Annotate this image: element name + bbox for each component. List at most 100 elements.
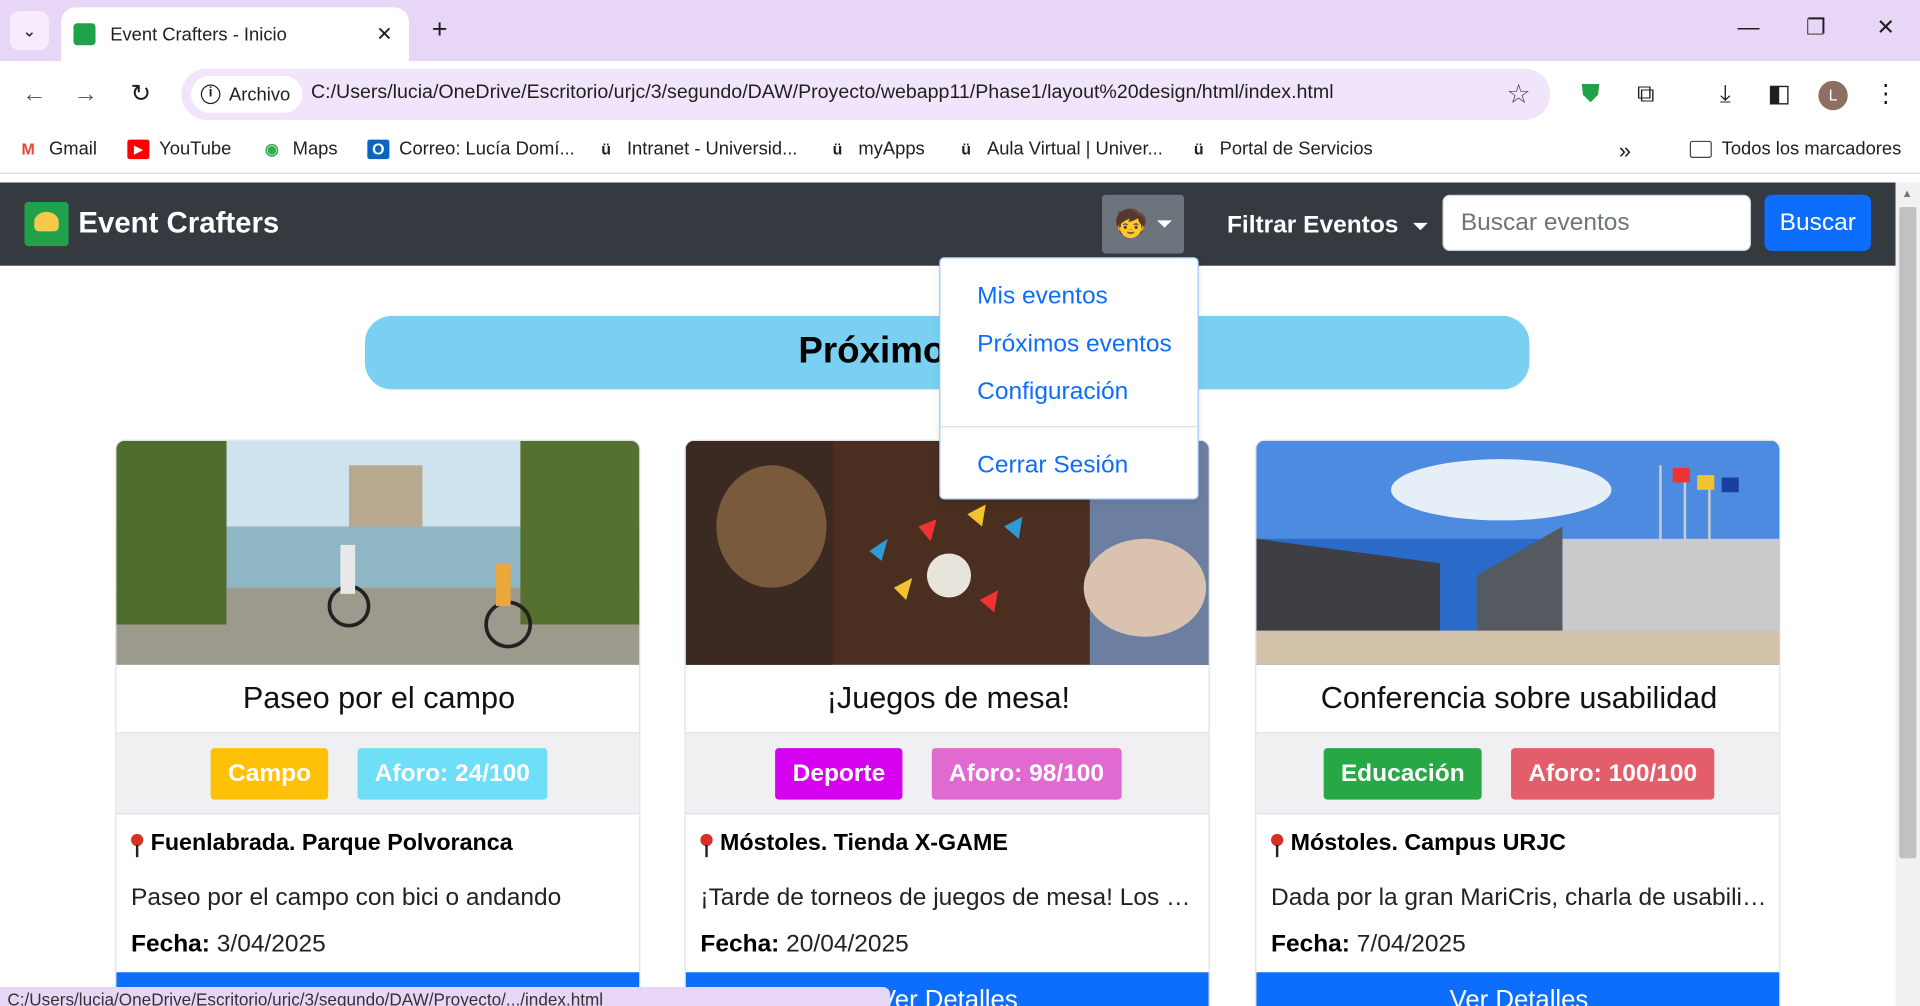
site-favicon-icon bbox=[73, 23, 96, 46]
brand-link[interactable]: Event Crafters bbox=[24, 202, 279, 247]
scrollbar-thumb[interactable] bbox=[1899, 206, 1917, 859]
event-card: Conferencia sobre usabilidad Educación A… bbox=[1255, 439, 1781, 1006]
pushpin-icon bbox=[700, 833, 713, 858]
menu-item-configuracion[interactable]: Configuración bbox=[977, 378, 1128, 406]
capacity-badge: Aforo: 100/100 bbox=[1511, 747, 1715, 799]
date-value: 3/04/2025 bbox=[216, 930, 326, 958]
page-scrollbar[interactable]: ▲ bbox=[1895, 182, 1920, 1006]
date-label: Fecha: bbox=[131, 930, 210, 958]
filter-label: Filtrar Eventos bbox=[1226, 211, 1399, 239]
bookmark-star-icon[interactable]: ☆ bbox=[1506, 78, 1530, 110]
event-description: Paseo por el campo con bici o andando bbox=[131, 884, 562, 912]
date-label: Fecha: bbox=[1271, 930, 1350, 958]
maps-pin-icon: ◉ bbox=[264, 138, 279, 158]
bookmark-label: YouTube bbox=[159, 138, 232, 160]
pushpin-icon bbox=[1271, 833, 1284, 858]
forward-button[interactable]: → bbox=[69, 77, 103, 111]
date-value: 7/04/2025 bbox=[1356, 930, 1466, 958]
user-avatar-icon: 🧒 bbox=[1114, 208, 1148, 239]
page-viewport: Event Crafters 🧒 Filtrar Eventos Buscar … bbox=[0, 182, 1896, 1006]
event-card: ¡Juegos de mesa! Deporte Aforo: 98/100 M… bbox=[684, 439, 1210, 1006]
location-text: Móstoles. Campus URJC bbox=[1290, 830, 1566, 856]
tab-title: Event Crafters - Inicio bbox=[110, 23, 287, 45]
profile-avatar[interactable]: L bbox=[1818, 80, 1848, 111]
event-image-park bbox=[116, 440, 640, 665]
event-date: Fecha: 3/04/2025 bbox=[131, 931, 326, 959]
all-bookmarks-label: Todos los marcadores bbox=[1721, 138, 1902, 160]
category-badge: Educación bbox=[1323, 747, 1482, 799]
filter-events-dropdown[interactable]: Filtrar Eventos bbox=[1227, 212, 1428, 240]
address-bar[interactable]: i Archivo C:/Users/lucia/OneDrive/Escrit… bbox=[181, 68, 1551, 121]
all-bookmarks[interactable]: Todos los marcadores bbox=[1689, 138, 1902, 160]
view-details-button[interactable]: Ver Detalles bbox=[1256, 972, 1780, 1006]
capacity-badge: Aforo: 24/100 bbox=[357, 747, 548, 799]
bookmark-label: Intranet - Universid... bbox=[626, 138, 798, 160]
category-badge: Deporte bbox=[775, 747, 903, 799]
reload-button[interactable]: ↻ bbox=[124, 77, 158, 111]
event-tags: Deporte Aforo: 98/100 bbox=[685, 732, 1209, 815]
event-description: ¡Tarde de torneos de juegos de mesa! Los… bbox=[700, 884, 1196, 912]
location-text: Móstoles. Tienda X-GAME bbox=[720, 830, 1008, 856]
url-text[interactable]: C:/Users/lucia/OneDrive/Escritorio/urjc/… bbox=[311, 82, 1334, 104]
bookmark-label: Gmail bbox=[48, 138, 97, 160]
side-panel-icon[interactable]: ◧ bbox=[1763, 78, 1795, 110]
new-tab-button[interactable]: + bbox=[424, 13, 456, 45]
event-title: Conferencia sobre usabilidad bbox=[1320, 680, 1718, 716]
search-input[interactable]: Buscar eventos bbox=[1442, 194, 1752, 252]
outlook-icon: O bbox=[367, 138, 390, 159]
location-text: Fuenlabrada. Parque Polvoranca bbox=[150, 830, 513, 856]
close-window-button[interactable]: ✕ bbox=[1867, 15, 1904, 41]
extensions-icon[interactable]: ⧉ bbox=[1630, 78, 1662, 110]
site-info-chip[interactable]: i Archivo bbox=[191, 75, 303, 113]
menu-item-cerrar-sesion[interactable]: Cerrar Sesión bbox=[977, 452, 1128, 480]
folder-icon bbox=[1689, 140, 1712, 158]
bookmark-youtube[interactable]: ▶ YouTube bbox=[127, 138, 231, 159]
tab-search-button[interactable]: ⌄ bbox=[9, 11, 49, 51]
gmail-icon: M bbox=[21, 138, 35, 158]
restore-button[interactable]: ❐ bbox=[1798, 15, 1835, 41]
active-tab[interactable]: Event Crafters - Inicio ✕ bbox=[61, 7, 409, 62]
brand-logo-icon bbox=[24, 202, 69, 247]
scroll-up-icon[interactable]: ▲ bbox=[1902, 187, 1913, 199]
back-button[interactable]: ← bbox=[17, 77, 51, 111]
user-dropdown-menu: Mis eventos Próximos eventos Configuraci… bbox=[939, 257, 1199, 500]
more-bookmarks-icon[interactable]: » bbox=[1619, 138, 1631, 164]
bookmark-label: Portal de Servicios bbox=[1219, 138, 1373, 160]
user-menu-toggle[interactable]: 🧒 bbox=[1102, 194, 1185, 254]
bookmark-myapps[interactable]: ü myApps bbox=[827, 138, 925, 159]
menu-divider bbox=[940, 426, 1198, 428]
bookmark-label: Correo: Lucía Domí... bbox=[399, 138, 575, 160]
bookmark-outlook[interactable]: O Correo: Lucía Domí... bbox=[367, 138, 575, 160]
event-tags: Educación Aforo: 100/100 bbox=[1256, 732, 1780, 815]
bookmark-intranet[interactable]: ü Intranet - Universid... bbox=[595, 138, 797, 159]
bookmark-portal[interactable]: ü Portal de Servicios bbox=[1188, 138, 1373, 159]
link-status-bar: C:/Users/lucia/OneDrive/Escritorio/urjc/… bbox=[0, 986, 891, 1006]
bookmark-aula-virtual[interactable]: ü Aula Virtual | Univer... bbox=[955, 138, 1163, 159]
download-icon[interactable]: ⤓ bbox=[1709, 78, 1741, 110]
browser-toolbar: ← → ↻ i Archivo C:/Users/lucia/OneDrive/… bbox=[0, 61, 1920, 128]
youtube-icon: ▶ bbox=[127, 138, 150, 159]
chevron-down-icon bbox=[1413, 222, 1428, 230]
urjc-icon: ü bbox=[832, 138, 843, 158]
event-date: Fecha: 20/04/2025 bbox=[700, 931, 908, 959]
bookmark-gmail[interactable]: M Gmail bbox=[17, 138, 97, 159]
event-title: Paseo por el campo bbox=[242, 680, 516, 716]
event-description: Dada por la gran MariCris, charla de usa… bbox=[1271, 884, 1767, 912]
minimize-button[interactable]: — bbox=[1730, 15, 1767, 41]
urjc-icon: ü bbox=[1193, 138, 1204, 158]
site-navbar: Event Crafters 🧒 Filtrar Eventos Buscar … bbox=[0, 182, 1896, 266]
event-tags: Campo Aforo: 24/100 bbox=[116, 732, 640, 815]
menu-item-mis-eventos[interactable]: Mis eventos bbox=[977, 283, 1108, 311]
close-tab-icon[interactable]: ✕ bbox=[372, 22, 396, 46]
event-title: ¡Juegos de mesa! bbox=[826, 680, 1071, 716]
event-date: Fecha: 7/04/2025 bbox=[1271, 931, 1466, 959]
shield-extension-icon[interactable]: ⛊ bbox=[1575, 78, 1607, 110]
bookmark-maps[interactable]: ◉ Maps bbox=[261, 138, 338, 159]
info-icon: i bbox=[200, 84, 221, 105]
search-button[interactable]: Buscar bbox=[1764, 194, 1872, 252]
urjc-icon: ü bbox=[961, 138, 971, 158]
chip-label: Archivo bbox=[228, 83, 291, 105]
menu-icon[interactable]: ⋮ bbox=[1870, 78, 1902, 110]
menu-item-proximos-eventos[interactable]: Próximos eventos bbox=[977, 331, 1172, 359]
capacity-badge: Aforo: 98/100 bbox=[931, 747, 1122, 799]
